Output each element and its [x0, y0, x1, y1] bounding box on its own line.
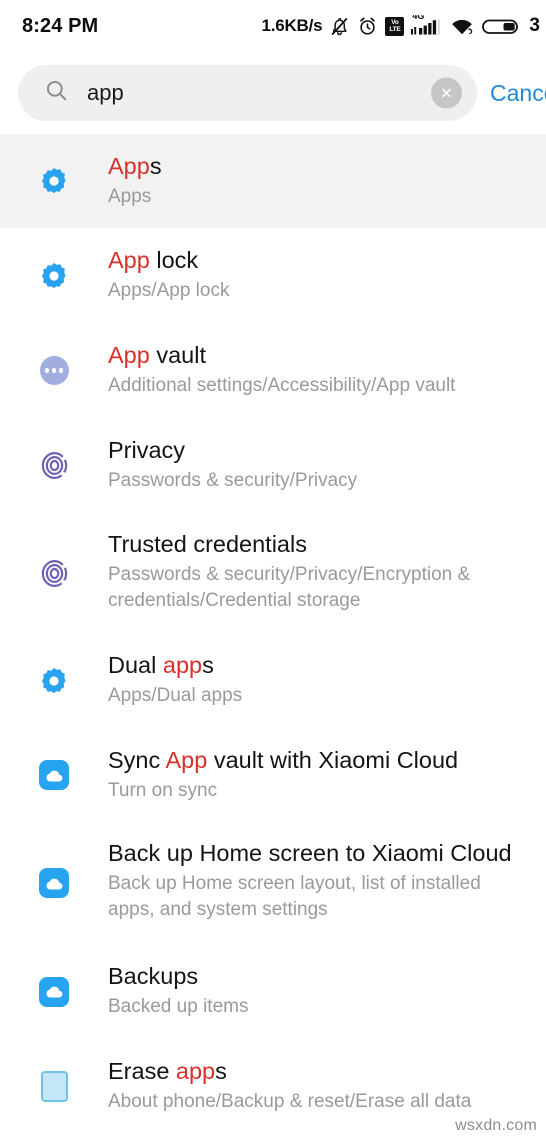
list-item-subtitle: Apps/App lock	[108, 280, 230, 301]
list-item-title: App vault	[108, 342, 206, 368]
list-item-subtitle: Back up Home screen layout, list of inst…	[108, 873, 481, 920]
list-item-text: Privacy Passwords & security/Privacy	[108, 418, 536, 510]
list-item[interactable]: Trusted credentials Passwords & security…	[0, 513, 546, 633]
list-item-subtitle: Passwords & security/Privacy	[108, 470, 358, 491]
gear-icon	[0, 633, 108, 728]
search-icon	[44, 78, 69, 108]
search-input-value[interactable]: app	[87, 80, 477, 106]
volte-icon: Vo LTE	[385, 16, 405, 36]
list-item[interactable]: Back up Home screen to Xiaomi Cloud Back…	[0, 822, 546, 944]
list-item-text: Sync App vault with Xiaomi Cloud Turn on…	[108, 728, 536, 820]
volte-top-label: Vo	[391, 19, 399, 26]
clear-icon[interactable]	[431, 77, 462, 109]
list-item-subtitle: Additional settings/Accessibility/App va…	[108, 375, 456, 396]
list-item-text: Backups Backed up items	[108, 944, 536, 1036]
fingerprint-icon	[0, 513, 108, 633]
list-item-title: Erase apps	[108, 1058, 227, 1084]
status-icons: 1.6KB/s Vo LTE 4G 3	[261, 15, 540, 37]
list-item-subtitle: Apps	[108, 186, 152, 207]
search-input[interactable]: app	[18, 65, 477, 121]
network-speed-label: 1.6KB/s	[261, 16, 323, 35]
list-item[interactable]: Sync App vault with Xiaomi Cloud Turn on…	[0, 728, 546, 822]
list-item-subtitle: Apps/Dual apps	[108, 685, 243, 706]
signal-4g-icon: 4G	[411, 15, 442, 37]
wifi-icon	[449, 16, 475, 37]
list-item-title: App lock	[108, 247, 199, 273]
list-item[interactable]: Backups Backed up items	[0, 944, 546, 1039]
list-item-text: Apps Apps	[108, 134, 536, 226]
list-item-title: Back up Home screen to Xiaomi Cloud	[108, 840, 512, 866]
list-item-subtitle: Turn on sync	[108, 780, 218, 801]
bell-muted-icon	[329, 16, 350, 37]
list-item-title: Apps	[108, 153, 162, 179]
fingerprint-icon	[0, 418, 108, 513]
watermark: wsxdn.com	[455, 1117, 537, 1134]
cloud-icon	[0, 822, 108, 944]
list-item-text: Dual apps Apps/Dual apps	[108, 633, 536, 725]
list-item-title: Dual apps	[108, 652, 214, 678]
list-item-subtitle: Passwords & security/Privacy/Encryption …	[108, 564, 471, 611]
list-item-subtitle: Backed up items	[108, 996, 249, 1017]
cloud-icon	[0, 728, 108, 822]
gear-icon	[0, 134, 108, 228]
volte-bottom-label: LTE	[389, 26, 401, 33]
list-item-text: Back up Home screen to Xiaomi Cloud Back…	[108, 822, 536, 939]
list-item[interactable]: App vault Additional settings/Accessibil…	[0, 323, 546, 418]
phone-screen: 8:24 PM 1.6KB/s Vo LTE 4G 3 app Canc App…	[0, 0, 546, 1140]
cancel-button[interactable]: Cancel	[490, 80, 546, 107]
battery-percent-label: 3	[529, 15, 540, 36]
search-bar: app Cancel	[0, 52, 546, 134]
search-results-list: Apps Apps App lock Apps/App lock App vau…	[0, 134, 546, 1134]
battery-icon	[482, 16, 521, 37]
status-bar: 8:24 PM 1.6KB/s Vo LTE 4G 3	[0, 0, 546, 52]
status-clock: 8:24 PM	[22, 14, 99, 37]
dots-circle-icon	[0, 323, 108, 418]
list-item[interactable]: App lock Apps/App lock	[0, 228, 546, 323]
list-item-title: Backups	[108, 963, 199, 989]
list-item-title: Privacy	[108, 437, 186, 463]
alarm-clock-icon	[357, 16, 378, 37]
list-item-text: App vault Additional settings/Accessibil…	[108, 323, 536, 415]
cloud-icon	[0, 944, 108, 1039]
list-item-title: Trusted credentials	[108, 531, 307, 557]
signal-4g-label: 4G	[412, 15, 425, 21]
list-item-subtitle: About phone/Backup & reset/Erase all dat…	[108, 1091, 472, 1112]
list-item[interactable]: Dual apps Apps/Dual apps	[0, 633, 546, 728]
list-item-text: App lock Apps/App lock	[108, 228, 536, 320]
blue-square-icon	[0, 1039, 108, 1134]
list-item[interactable]: Apps Apps	[0, 134, 546, 228]
list-item[interactable]: Privacy Passwords & security/Privacy	[0, 418, 546, 513]
gear-icon	[0, 228, 108, 323]
list-item-text: Trusted credentials Passwords & security…	[108, 513, 536, 630]
list-item-title: Sync App vault with Xiaomi Cloud	[108, 747, 459, 773]
